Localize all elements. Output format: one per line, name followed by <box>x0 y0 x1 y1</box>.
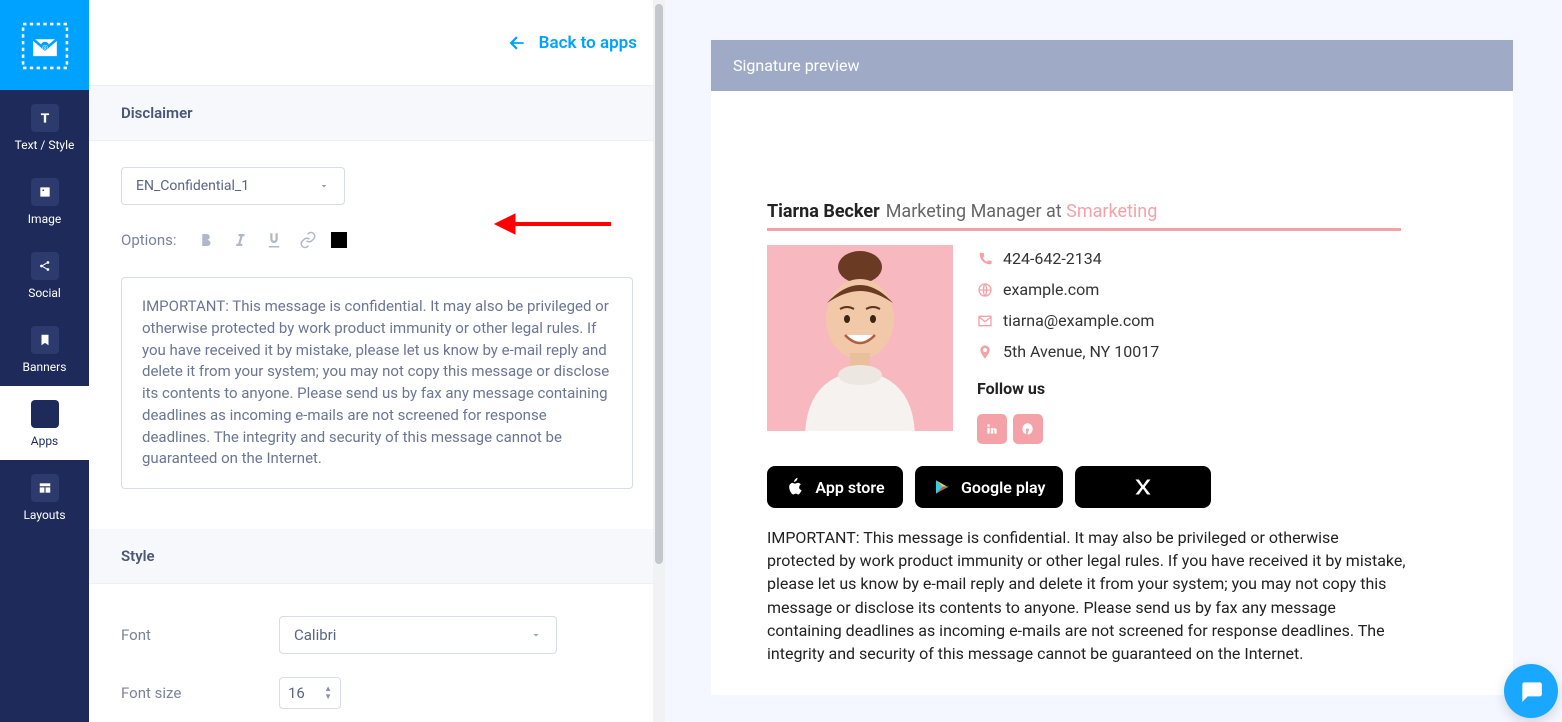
disclaimer-template-select[interactable]: EN_Confidential_1 <box>121 167 345 205</box>
location-icon <box>977 344 993 360</box>
signature-title: Marketing Manager at Smarketing <box>886 201 1158 222</box>
preview-header: Signature preview <box>711 40 1513 91</box>
nav-apps[interactable]: Apps <box>0 386 89 460</box>
nav-banners[interactable]: Banners <box>0 312 89 386</box>
nav-social[interactable]: Social <box>0 238 89 312</box>
link-button[interactable] <box>297 229 319 251</box>
contact-email: tiarna@example.com <box>977 311 1457 330</box>
nav-layouts[interactable]: Layouts <box>0 460 89 534</box>
font-size-value: 16 <box>288 684 305 702</box>
editor-panel: Back to apps Disclaimer EN_Confidential_… <box>89 0 665 722</box>
contact-address-value: 5th Avenue, NY 10017 <box>1003 342 1159 361</box>
linkedin-button[interactable] <box>977 414 1007 444</box>
disclaimer-section-header: Disclaimer <box>89 86 665 141</box>
pinterest-button[interactable] <box>1013 414 1043 444</box>
arrow-left-icon <box>507 33 527 53</box>
nav-text-style-label: Text / Style <box>15 138 75 152</box>
phone-icon <box>977 251 993 267</box>
apple-icon <box>785 477 805 497</box>
signature-brand: Smarketing <box>1066 201 1157 222</box>
nav-banners-label: Banners <box>23 360 67 374</box>
template-selected-value: EN_Confidential_1 <box>136 178 249 194</box>
x-icon <box>1133 477 1153 497</box>
signature-disclaimer: IMPORTANT: This message is confidential.… <box>767 526 1407 665</box>
bold-button[interactable] <box>195 229 217 251</box>
font-value: Calibri <box>294 626 336 644</box>
nav-apps-label: Apps <box>31 434 59 448</box>
caret-down-icon <box>318 180 330 192</box>
preview-pane: Signature preview Tiarna Becker Marketin… <box>665 0 1562 722</box>
font-size-stepper[interactable]: 16 ▲▼ <box>279 677 341 709</box>
appstore-button[interactable]: App store <box>767 466 903 508</box>
googleplay-label: Google play <box>961 478 1045 497</box>
nav-image-label: Image <box>28 212 61 226</box>
nav-layouts-label: Layouts <box>23 508 65 522</box>
options-label: Options: <box>121 231 177 249</box>
appstore-label: App store <box>815 478 884 497</box>
editor-scrollbar[interactable] <box>653 0 665 722</box>
nav-logo[interactable]: @ <box>0 0 89 90</box>
chat-fab[interactable] <box>1504 664 1558 718</box>
caret-down-icon <box>530 629 542 641</box>
nav-text-style[interactable]: Text / Style <box>0 90 89 164</box>
back-to-apps-label: Back to apps <box>539 33 637 53</box>
mail-icon <box>977 313 993 329</box>
contact-website-value: example.com <box>1003 280 1099 299</box>
style-section-header: Style <box>89 529 665 584</box>
disclaimer-text-content: IMPORTANT: This message is confidential.… <box>142 297 609 467</box>
nav-image[interactable]: Image <box>0 164 89 238</box>
signature-name: Tiarna Becker <box>767 201 880 222</box>
italic-button[interactable] <box>229 229 251 251</box>
linkedin-icon <box>985 422 999 436</box>
signature-body: Tiarna Becker Marketing Manager at Smark… <box>711 91 1513 695</box>
globe-icon <box>977 282 993 298</box>
text-color-picker[interactable] <box>331 232 347 248</box>
pinterest-icon <box>1021 422 1035 436</box>
scrollbar-thumb[interactable] <box>655 4 663 564</box>
contact-phone-value: 424-642-2134 <box>1003 249 1102 268</box>
back-to-apps-link[interactable]: Back to apps <box>507 33 637 53</box>
signature-divider <box>767 228 1401 231</box>
font-select[interactable]: Calibri <box>279 616 557 654</box>
contact-phone: 424-642-2134 <box>977 249 1457 268</box>
contact-email-value: tiarna@example.com <box>1003 311 1154 330</box>
x-button[interactable] <box>1075 466 1211 508</box>
signature-photo <box>767 245 953 431</box>
disclaimer-text-editor[interactable]: IMPORTANT: This message is confidential.… <box>121 277 633 489</box>
chat-icon <box>1518 678 1544 704</box>
font-size-label: Font size <box>121 684 279 702</box>
nav-social-label: Social <box>28 286 61 300</box>
contact-website: example.com <box>977 280 1457 299</box>
sidebar: @ Text / Style Image Social Banners Apps… <box>0 0 89 722</box>
font-label: Font <box>121 626 279 644</box>
follow-label: Follow us <box>977 379 1457 398</box>
svg-text:@: @ <box>41 43 47 51</box>
underline-button[interactable] <box>263 229 285 251</box>
googleplay-icon <box>933 478 951 496</box>
googleplay-button[interactable]: Google play <box>915 466 1063 508</box>
contact-address: 5th Avenue, NY 10017 <box>977 342 1457 361</box>
stepper-arrows-icon[interactable]: ▲▼ <box>324 685 332 701</box>
